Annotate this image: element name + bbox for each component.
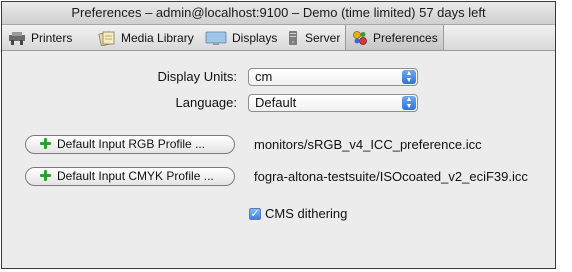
language-value: Default [255,95,297,110]
tab-label: Printers [31,30,73,45]
language-select[interactable]: Default ▲ ▼ [248,94,418,112]
display-units-value: cm [255,69,273,84]
preferences-pane: Display Units: cm ▲ ▼ Language: Default ▲… [2,51,555,268]
tab-label: Preferences [373,30,438,45]
tab-label: Media Library [121,30,194,45]
tab-preferences[interactable]: Preferences [345,25,444,50]
cms-dithering-checkbox[interactable]: ✓ [249,208,261,220]
cmyk-profile-path: fogra-altona-testsuite/ISOcoated_v2_eciF… [254,169,528,184]
tab-label: Server [305,30,341,45]
tab-media-library[interactable]: Media Library [98,25,202,50]
display-units-select[interactable]: cm ▲ ▼ [248,68,418,86]
tab-displays[interactable]: Displays [205,25,277,50]
language-label: Language: [175,95,237,110]
window-title: Preferences – admin@localhost:9100 – Dem… [2,2,555,25]
server-icon [286,30,300,46]
plus-icon [40,138,51,149]
tab-printers[interactable]: Printers [8,25,82,50]
toolbar: Printers Media Library Displays Server P… [2,25,555,51]
rgb-profile-button-label: Default Input RGB Profile ... [57,137,206,151]
select-stepper-icon: ▲ ▼ [402,96,416,110]
select-stepper-icon: ▲ ▼ [402,70,416,84]
preferences-window: Preferences – admin@localhost:9100 – Dem… [1,1,556,269]
display-icon [205,30,227,46]
display-units-label: Display Units: [157,69,237,84]
tab-server[interactable]: Server [286,25,344,50]
rgb-profile-path: monitors/sRGB_v4_ICC_preference.icc [254,137,482,152]
tab-label: Displays [232,30,278,45]
default-cmyk-profile-button[interactable]: Default Input CMYK Profile ... [25,167,235,186]
preferences-icon [352,30,368,46]
media-library-icon [98,30,116,46]
cms-dithering-label: CMS dithering [265,206,348,221]
printer-icon [8,30,26,46]
default-rgb-profile-button[interactable]: Default Input RGB Profile ... [25,135,235,154]
plus-icon [40,170,51,181]
cmyk-profile-button-label: Default Input CMYK Profile ... [57,169,214,183]
